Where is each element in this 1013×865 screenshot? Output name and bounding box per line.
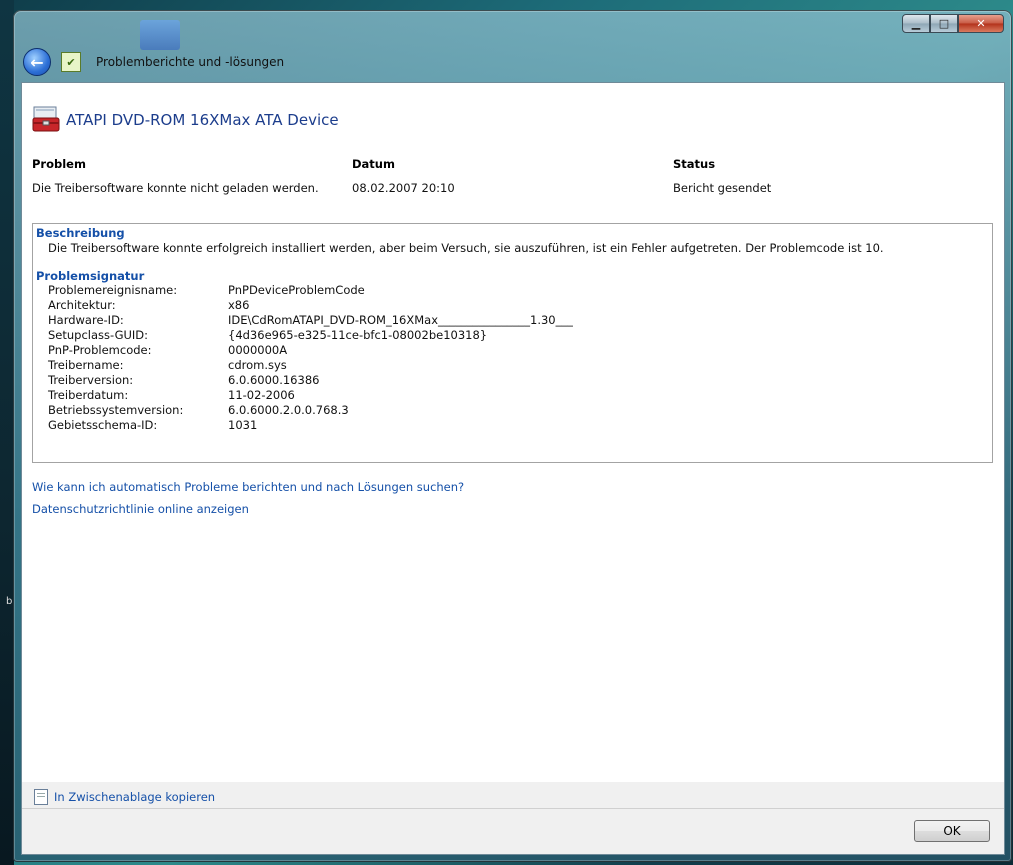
- signature-value: 6.0.6000.16386: [228, 373, 320, 387]
- taskbar-thumbnail-ghost: [140, 20, 180, 50]
- problem-label: Problem: [32, 157, 86, 171]
- footer-bar: In Zwischenablage kopieren OK: [21, 782, 1005, 855]
- maximize-button[interactable]: □: [930, 14, 958, 33]
- description-text: Die Treibersoftware konnte erfolgreich i…: [48, 241, 884, 255]
- signature-value: 1031: [228, 418, 258, 432]
- signature-value: 11-02-2006: [228, 388, 295, 402]
- signature-value: IDE\CdRomATAPI_DVD-ROM_16XMax___________…: [228, 313, 573, 327]
- back-button[interactable]: ←: [23, 48, 51, 76]
- signature-list: Problemereignisname: PnPDeviceProblemCode…: [33, 283, 992, 433]
- privacy-policy-link[interactable]: Datenschutzrichtlinie online anzeigen: [32, 502, 249, 516]
- signature-value: 6.0.6000.2.0.0.768.3: [228, 403, 349, 417]
- signature-key: Betriebssystemversion:: [48, 403, 184, 417]
- desktop-background: [0, 0, 14, 865]
- breadcrumb[interactable]: Problemberichte und -lösungen: [96, 55, 284, 69]
- status-label: Status: [673, 157, 716, 171]
- details-box: Beschreibung Die Treibersoftware konnte …: [32, 223, 993, 463]
- copy-to-clipboard-label: In Zwischenablage kopieren: [54, 790, 216, 804]
- signature-key: PnP-Problemcode:: [48, 343, 152, 357]
- problem-reports-icon: ✔: [61, 52, 81, 72]
- signature-row: Hardware-ID: IDE\CdRomATAPI_DVD-ROM_16XMa…: [48, 313, 992, 328]
- problem-value: Die Treibersoftware konnte nicht geladen…: [32, 181, 319, 195]
- signature-row: Treibername: cdrom.sys: [48, 358, 992, 373]
- signature-key: Architektur:: [48, 298, 116, 312]
- signature-row: Treiberdatum: 11-02-2006: [48, 388, 992, 403]
- signature-value: {4d36e965-e325-11ce-bfc1-08002be10318}: [228, 328, 488, 342]
- copy-to-clipboard-link[interactable]: In Zwischenablage kopieren: [34, 789, 215, 805]
- ok-button[interactable]: OK: [914, 820, 990, 842]
- signature-row: Gebietsschema-ID: 1031: [48, 418, 992, 433]
- signature-value: cdrom.sys: [228, 358, 287, 372]
- signature-key: Problemereignisname:: [48, 283, 178, 297]
- desktop-text-fragment: b: [6, 596, 13, 607]
- signature-row: Problemereignisname: PnPDeviceProblemCode: [48, 283, 992, 298]
- problem-report-window: ▁ □ ✕ ← ✔ Problemberichte und -lösungen …: [13, 10, 1012, 862]
- divider: [22, 808, 1004, 809]
- document-icon: [34, 789, 48, 805]
- arrow-left-icon: ←: [30, 52, 44, 72]
- signature-row: Treiberversion: 6.0.6000.16386: [48, 373, 992, 388]
- navigation-bar: ← ✔ Problemberichte und -lösungen: [23, 48, 284, 76]
- signature-row: Architektur: x86: [48, 298, 992, 313]
- description-title: Beschreibung: [36, 226, 125, 240]
- signature-value: 0000000A: [228, 343, 288, 357]
- signature-key: Setupclass-GUID:: [48, 328, 149, 342]
- signature-title: Problemsignatur: [36, 269, 145, 283]
- date-label: Datum: [352, 157, 395, 171]
- date-value: 08.02.2007 20:10: [352, 181, 455, 195]
- minimize-button[interactable]: ▁: [902, 14, 930, 33]
- toolbox-icon: [32, 106, 60, 132]
- status-value: Bericht gesendet: [673, 181, 772, 195]
- signature-row: Betriebssystemversion: 6.0.6000.2.0.0.768…: [48, 403, 992, 418]
- main-content: ATAPI DVD-ROM 16XMax ATA Device Problem …: [21, 82, 1005, 784]
- signature-row: PnP-Problemcode: 0000000A: [48, 343, 992, 358]
- signature-value: PnPDeviceProblemCode: [228, 283, 365, 297]
- auto-report-help-link[interactable]: Wie kann ich automatisch Probleme berich…: [32, 480, 464, 494]
- signature-key: Treiberdatum:: [48, 388, 129, 402]
- signature-key: Treiberversion:: [48, 373, 134, 387]
- signature-key: Hardware-ID:: [48, 313, 124, 327]
- device-title: ATAPI DVD-ROM 16XMax ATA Device: [66, 111, 339, 129]
- signature-value: x86: [228, 298, 250, 312]
- signature-key: Gebietsschema-ID:: [48, 418, 158, 432]
- signature-key: Treibername:: [48, 358, 124, 372]
- signature-row: Setupclass-GUID: {4d36e965-e325-11ce-bfc1…: [48, 328, 992, 343]
- close-button[interactable]: ✕: [958, 14, 1004, 33]
- window-controls: ▁ □ ✕: [902, 14, 1004, 33]
